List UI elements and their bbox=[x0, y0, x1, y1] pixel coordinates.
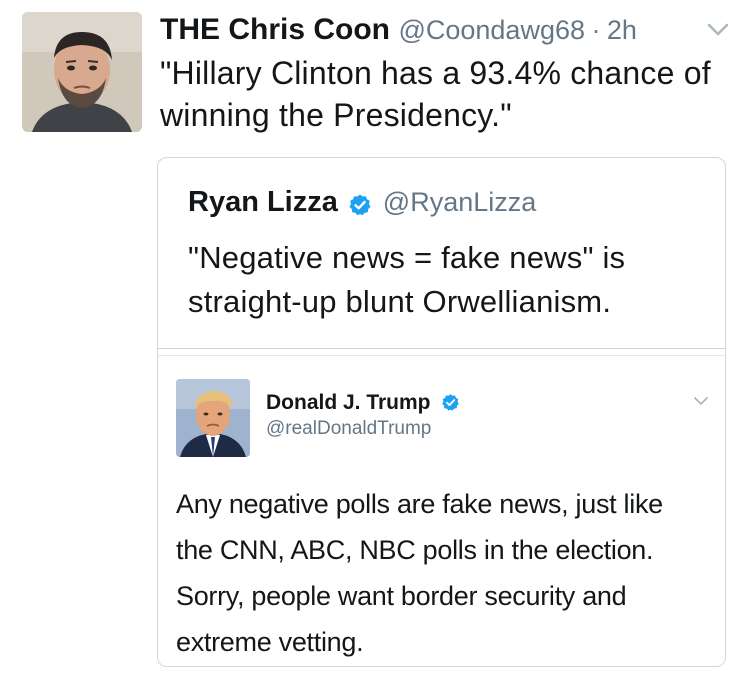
embedded-author-name: Donald J. Trump bbox=[266, 391, 431, 414]
author-avatar[interactable] bbox=[22, 12, 142, 132]
author-display-name[interactable]: THE Chris Coon bbox=[160, 13, 390, 46]
quoted-tweet-text: "Negative news = fake news" is straight-… bbox=[188, 240, 626, 319]
quoted-author-handle[interactable]: @RyanLizza bbox=[383, 187, 536, 217]
chevron-down-icon bbox=[694, 397, 708, 405]
divider bbox=[158, 355, 725, 356]
embedded-author-avatar bbox=[176, 379, 250, 457]
embedded-author-name-row: Donald J. Trump bbox=[266, 389, 466, 417]
chevron-down-icon[interactable] bbox=[706, 22, 730, 38]
tweet-header: THE Chris Coon @Coondawg68 · 2h bbox=[160, 10, 730, 50]
tweet-timestamp[interactable]: 2h bbox=[607, 15, 637, 45]
embedded-tweet-text: Any negative polls are fake news, just l… bbox=[176, 489, 663, 657]
verified-badge-icon bbox=[442, 394, 459, 411]
author-handle[interactable]: @Coondawg68 bbox=[398, 15, 585, 45]
quoted-author-name[interactable]: Ryan Lizza bbox=[188, 186, 338, 218]
tweet: THE Chris Coon @Coondawg68 · 2h "Hillary… bbox=[0, 0, 750, 683]
embedded-author-handle: @realDonaldTrump bbox=[266, 418, 432, 439]
separator-dot: · bbox=[591, 15, 601, 45]
profile-photo bbox=[22, 12, 142, 132]
verified-badge-icon bbox=[349, 194, 371, 216]
embedded-tweet-screenshot[interactable]: Donald J. Trump @realDonaldTrump Any neg… bbox=[158, 348, 725, 666]
profile-photo bbox=[176, 379, 250, 457]
quoted-tweet-card[interactable]: Ryan Lizza @RyanLizza "Negative news = f… bbox=[157, 157, 726, 667]
quoted-tweet-header: Ryan Lizza @RyanLizza bbox=[188, 182, 536, 222]
tweet-text: "Hillary Clinton has a 93.4% chance of w… bbox=[160, 55, 711, 133]
